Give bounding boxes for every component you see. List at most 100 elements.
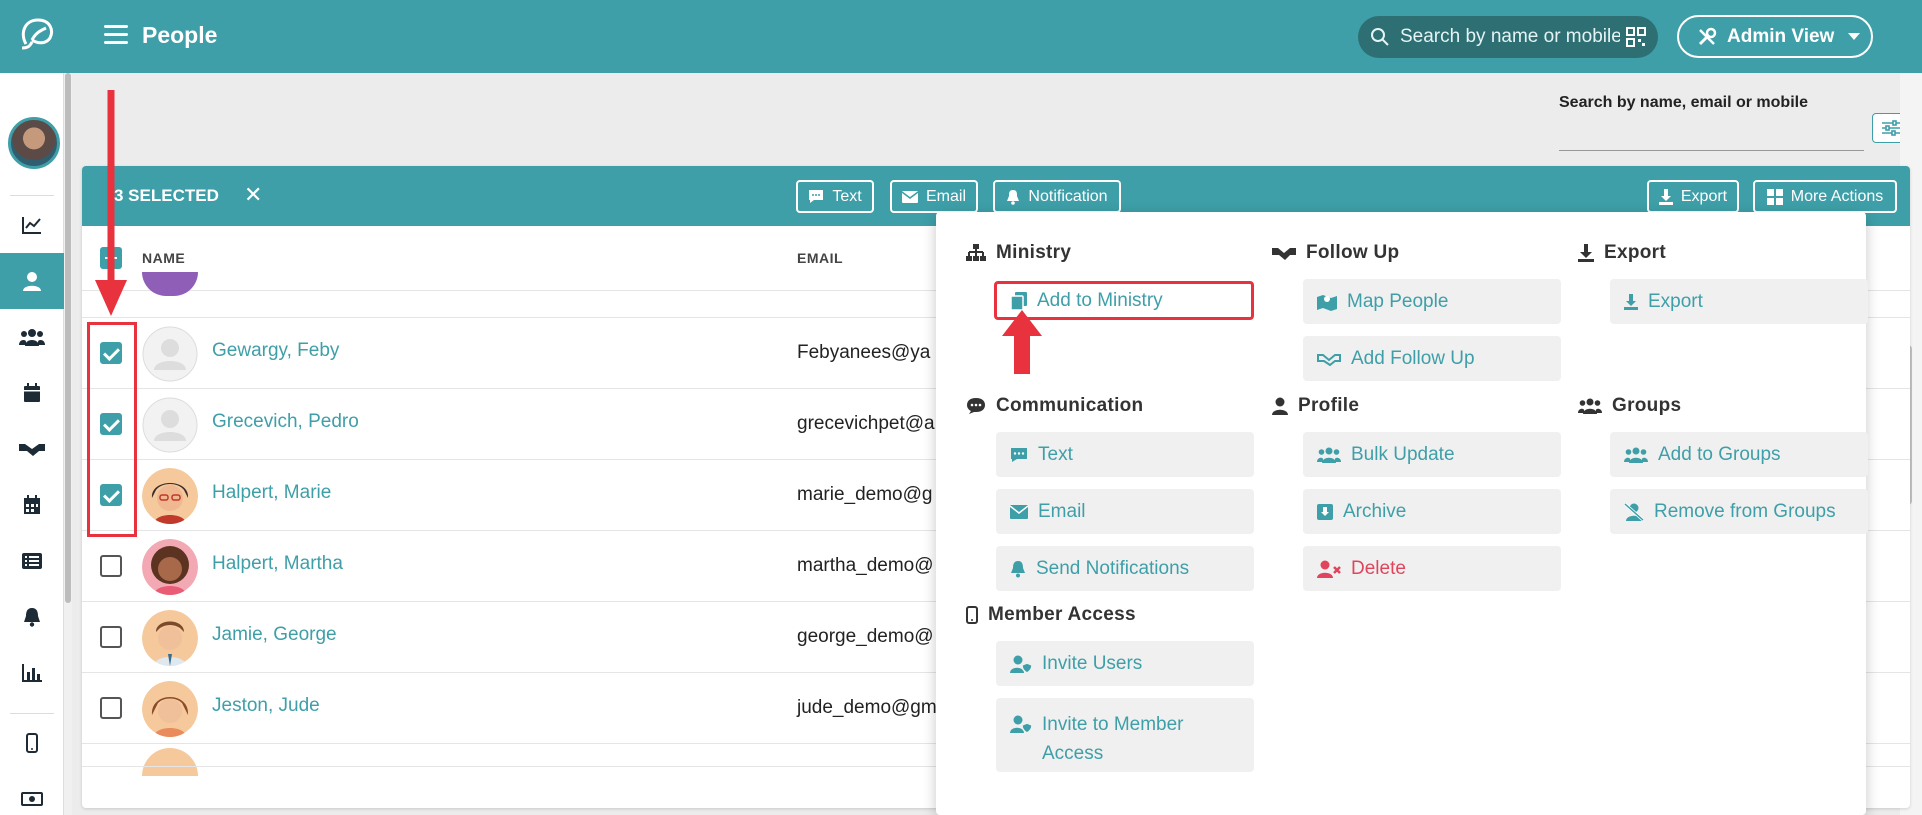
money-icon xyxy=(21,792,43,806)
email-column-header[interactable]: EMAIL xyxy=(797,250,843,266)
download-icon xyxy=(1578,244,1594,262)
top-search-input[interactable]: Search by name or mobile xyxy=(1358,16,1658,58)
person-name-link[interactable]: Jamie, George xyxy=(212,624,337,646)
app-logo-icon[interactable] xyxy=(18,14,58,54)
person-email: marie_demo@g xyxy=(797,484,933,505)
more-actions-button[interactable]: More Actions xyxy=(1753,180,1897,213)
map-people-button[interactable]: Map People xyxy=(1303,279,1561,324)
sidebar-item-notifications[interactable] xyxy=(0,589,64,645)
user-delete-icon xyxy=(1317,560,1341,578)
bar-chart-icon xyxy=(22,664,42,682)
follow-up-section-title: Follow Up xyxy=(1272,242,1399,264)
text-menu-label: Text xyxy=(1038,443,1073,465)
remove-from-groups-button[interactable]: Remove from Groups xyxy=(1610,489,1868,534)
page-title: People xyxy=(142,22,218,48)
comment-dots-icon xyxy=(967,398,985,414)
person-email: jude_demo@gm xyxy=(797,697,937,718)
sidebar-scrollbar[interactable] xyxy=(64,73,72,815)
select-all-checkbox[interactable] xyxy=(100,247,122,269)
person-name-link[interactable]: Halpert, Marie xyxy=(212,482,331,504)
download-icon xyxy=(1624,293,1638,310)
clear-selection-icon[interactable]: ✕ xyxy=(244,182,262,208)
search-icon xyxy=(1371,28,1389,46)
export-button-label: Export xyxy=(1680,187,1728,205)
top-bar: People Search by name or mobile Admin Vi… xyxy=(0,0,1922,73)
comment-icon xyxy=(1011,447,1027,462)
sitemap-icon xyxy=(966,244,986,261)
handshake-icon xyxy=(19,444,45,456)
member-access-title-text: Member Access xyxy=(988,604,1136,625)
person-email: grecevichpet@a xyxy=(797,413,935,434)
left-sidebar xyxy=(0,73,64,815)
row-checkbox[interactable] xyxy=(100,555,122,577)
email-menu-label: Email xyxy=(1038,500,1086,522)
avatar xyxy=(142,397,198,453)
calendar-icon xyxy=(24,383,40,402)
profile-title-text: Profile xyxy=(1298,395,1360,416)
sidebar-item-events[interactable] xyxy=(0,365,64,421)
groups-title-text: Groups xyxy=(1612,395,1682,416)
person-name-link[interactable]: Halpert, Martha xyxy=(212,553,343,575)
ministry-title-text: Ministry xyxy=(996,242,1072,263)
avatar xyxy=(142,468,198,524)
sidebar-item-groups[interactable] xyxy=(0,309,64,365)
row-checkbox[interactable] xyxy=(100,626,122,648)
avatar xyxy=(142,748,198,776)
envelope-icon xyxy=(1010,504,1028,519)
person-name-link[interactable]: Grecevich, Pedro xyxy=(212,411,359,433)
remove-from-groups-label: Remove from Groups xyxy=(1654,500,1836,522)
add-to-groups-button[interactable]: Add to Groups xyxy=(1610,432,1868,477)
sidebar-item-lists[interactable] xyxy=(0,533,64,589)
people-search-input[interactable] xyxy=(1559,150,1864,151)
list-icon xyxy=(22,553,42,569)
add-follow-up-button[interactable]: Add Follow Up xyxy=(1303,336,1561,381)
export-menu-button[interactable]: Export xyxy=(1610,279,1868,324)
sidebar-item-dashboard[interactable] xyxy=(0,197,64,253)
row-checkbox[interactable] xyxy=(100,697,122,719)
person-name-link[interactable]: Jeston, Jude xyxy=(212,695,320,717)
tools-icon xyxy=(1698,27,1717,45)
communication-title-text: Communication xyxy=(996,395,1144,416)
user-shield-icon xyxy=(1010,715,1032,733)
more-actions-label: More Actions xyxy=(1790,187,1884,205)
person-email: martha_demo@ xyxy=(797,555,934,576)
qr-code-icon[interactable] xyxy=(1626,27,1646,47)
export-button[interactable]: Export xyxy=(1647,180,1739,213)
sidebar-item-mobile[interactable] xyxy=(0,715,64,771)
map-people-label: Map People xyxy=(1347,290,1449,312)
send-notifications-button[interactable]: Send Notifications xyxy=(996,546,1254,591)
bulk-update-button[interactable]: Bulk Update xyxy=(1303,432,1561,477)
person-name-link[interactable]: Gewargy, Feby xyxy=(212,340,339,362)
sidebar-item-calendar[interactable] xyxy=(0,477,64,533)
user-slash-icon xyxy=(1624,502,1644,521)
user-avatar[interactable] xyxy=(8,117,60,169)
email-button-label: Email xyxy=(925,187,966,205)
bell-icon xyxy=(1011,560,1025,577)
sidebar-item-giving[interactable] xyxy=(0,771,64,815)
ministry-section-title: Ministry xyxy=(966,242,1071,264)
sidebar-item-follow-up[interactable] xyxy=(0,421,64,477)
email-button[interactable]: Email xyxy=(890,180,978,213)
invite-users-button[interactable]: Invite Users xyxy=(996,641,1254,686)
member-access-section-title: Member Access xyxy=(966,604,1136,626)
archive-label: Archive xyxy=(1343,500,1407,522)
archive-button[interactable]: Archive xyxy=(1303,489,1561,534)
sidebar-item-reports[interactable] xyxy=(0,645,64,701)
notification-button[interactable]: Notification xyxy=(993,180,1121,213)
email-menu-button[interactable]: Email xyxy=(996,489,1254,534)
text-button[interactable]: Text xyxy=(796,180,874,213)
text-menu-button[interactable]: Text xyxy=(996,432,1254,477)
chart-line-icon xyxy=(22,217,41,234)
sidebar-item-people[interactable] xyxy=(0,253,64,309)
add-follow-up-label: Add Follow Up xyxy=(1351,347,1475,369)
name-column-header[interactable]: NAME xyxy=(142,250,185,266)
sidebar-divider xyxy=(10,195,54,196)
menu-toggle-icon[interactable] xyxy=(104,25,128,47)
users-icon xyxy=(1317,447,1341,463)
add-to-ministry-button[interactable]: Add to Ministry xyxy=(994,281,1254,320)
delete-button[interactable]: Delete xyxy=(1303,546,1561,591)
sliders-icon xyxy=(1882,120,1900,136)
admin-view-dropdown[interactable]: Admin View xyxy=(1677,15,1873,58)
invite-to-member-access-button[interactable]: Invite to Member Access xyxy=(996,698,1254,772)
avatar xyxy=(142,272,198,296)
